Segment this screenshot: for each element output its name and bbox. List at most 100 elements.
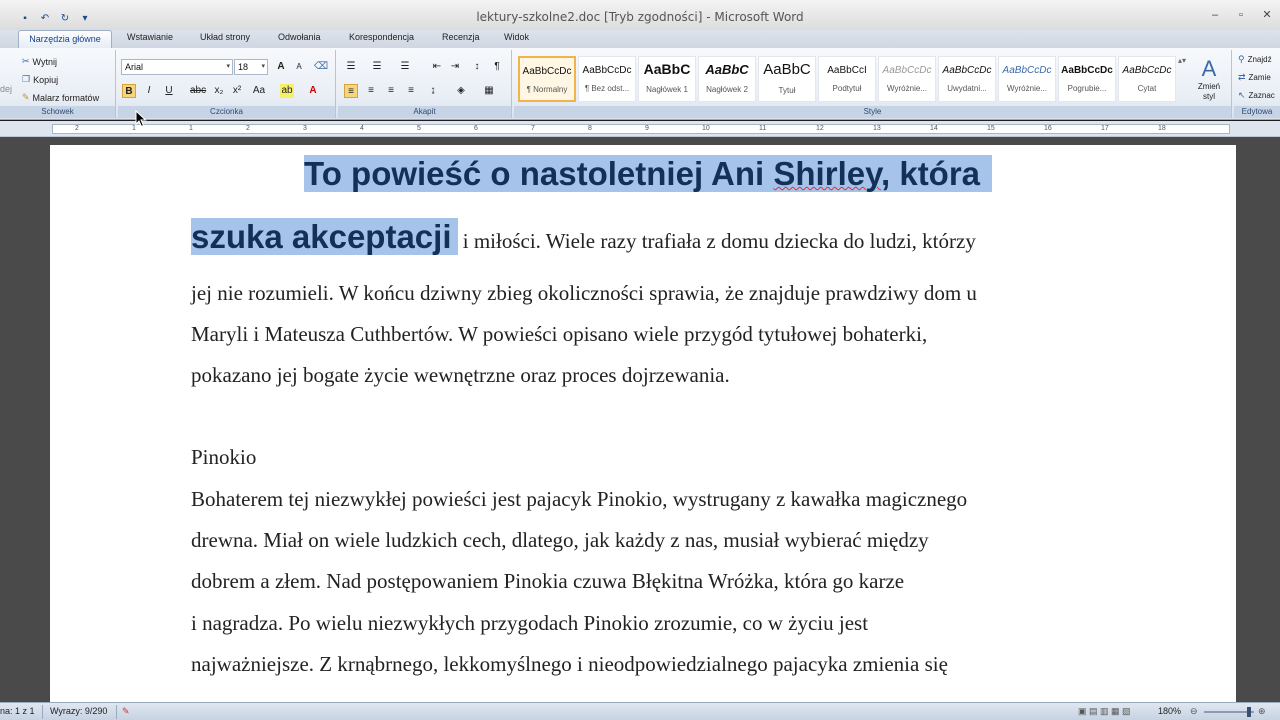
align-right-icon[interactable]: ≡ [384,84,398,98]
selected-heading-text: szuka akceptacji [191,218,458,255]
highlight-icon[interactable]: ab [280,84,294,98]
replace-icon: ⇄ [1238,72,1246,82]
ruler-tick-label: 6 [474,125,478,132]
sort-icon[interactable]: ↕ [470,60,484,74]
tab-page-layout[interactable]: Układ strony [200,32,250,42]
select-button[interactable]: ↖ Zaznac [1238,90,1275,101]
ruler-tick-label: 2 [75,125,79,132]
style-no-spacing[interactable]: AaBbCcDc ¶ Bez odst... [578,56,636,102]
style-subtitle[interactable]: AaBbCcI Podtytuł [818,56,876,102]
window-title: lektury-szkolne2.doc [Tryb zgodności] - … [476,10,804,24]
word-count[interactable]: Wyrazy: 9/290 [50,706,107,716]
style-heading-2[interactable]: AaBbC Nagłówek 2 [698,56,756,102]
decrease-indent-icon[interactable]: ⇤ [430,60,444,74]
grow-font-icon[interactable]: A [274,60,288,74]
minimize-button[interactable]: – [1202,6,1228,24]
body-line-2: szuka akceptacji i miłości. Wiele razy t… [191,218,976,256]
font-name-select[interactable]: Arial ▾ [121,59,233,75]
title-bar: ▪ ↶ ↻ ▾ lektury-szkolne2.doc [Tryb zgodn… [0,0,1280,30]
ribbon: dej ✂ Wytnij ❐ Kopiuj ✎ Malarz formatów … [0,48,1280,120]
document-page[interactable]: To powieść o nastoletniej Ani Shirley, k… [50,145,1236,720]
ruler-tick-label: 9 [645,125,649,132]
style-strong[interactable]: AaBbCcDc Pogrubie... [1058,56,1116,102]
change-styles-button[interactable]: A Zmień styl [1192,56,1226,102]
replace-button[interactable]: ⇄ Zamie [1238,72,1271,83]
tab-references[interactable]: Odwołania [278,32,321,42]
zoom-slider-thumb[interactable] [1247,707,1251,717]
bold-button[interactable]: B [122,84,136,98]
pilcrow-icon[interactable]: ¶ [490,60,504,74]
subscript-button[interactable]: x₂ [212,84,226,98]
page-count[interactable]: na: 1 z 1 [0,706,35,716]
justify-icon[interactable]: ≡ [404,84,418,98]
underline-button[interactable]: U [162,84,176,98]
style-intense-emphasis[interactable]: AaBbCcDc Wyróżnie... [998,56,1056,102]
styles-scroll-icon[interactable]: ▴▾ [1178,56,1186,65]
style-emphasis[interactable]: AaBbCcDc Uwydatni... [938,56,996,102]
style-sample: AaBbC [643,61,691,77]
find-button[interactable]: ⚲ Znajdź [1238,54,1272,65]
spelling-error-text: Shirley [773,155,881,192]
dropdown-arrow-icon: ▾ [261,63,265,70]
format-painter-button[interactable]: ✎ Malarz formatów [22,92,99,103]
document-area: To powieść o nastoletniej Ani Shirley, k… [0,137,1280,720]
ruler-tick-label: 3 [303,125,307,132]
borders-icon[interactable]: ▦ [482,84,496,98]
align-left-icon[interactable]: ≡ [344,84,358,98]
italic-button[interactable]: I [142,84,156,98]
pinokio-line-1: Bohaterem tej niezwykłej powieści jest p… [191,487,968,511]
change-case-button[interactable]: Aa [252,84,266,98]
font-color-icon[interactable]: A [306,84,320,98]
ruler-tick-label: 10 [702,125,710,132]
strikethrough-button[interactable]: abc [190,84,206,98]
find-label: Znajdź [1247,55,1272,64]
tab-mailings[interactable]: Korespondencja [349,32,414,42]
zoom-level[interactable]: 180% [1158,706,1181,716]
cut-button[interactable]: ✂ Wytnij [22,56,57,67]
style-quote[interactable]: AaBbCcDc Cytat [1118,56,1176,102]
clipboard-group: dej ✂ Wytnij ❐ Kopiuj ✎ Malarz formatów … [0,50,116,118]
paintbrush-icon: ✎ [22,92,30,102]
ruler-tick-label: 13 [873,125,881,132]
align-center-icon[interactable]: ≡ [364,84,378,98]
font-name-value: Arial [125,62,144,72]
style-subtle-emphasis[interactable]: AaBbCcDc Wyróżnie... [878,56,936,102]
zoom-in-icon[interactable]: ⊕ [1258,706,1266,717]
numbering-icon[interactable]: ☰ [370,60,384,74]
bullets-icon[interactable]: ☰ [344,60,358,74]
increase-indent-icon[interactable]: ⇥ [448,60,462,74]
style-heading-1[interactable]: AaBbC Nagłówek 1 [638,56,696,102]
view-buttons-icon[interactable]: ▣ ▤ ▥ ▦ ▧ [1078,706,1131,717]
font-size-select[interactable]: 18 ▾ [234,59,268,75]
style-normal[interactable]: AaBbCcDc ¶ Normalny [518,56,576,102]
clear-formatting-icon[interactable]: ⌫ [314,60,328,74]
tab-review[interactable]: Recenzja [442,32,480,42]
proofing-icon[interactable]: ✎ [122,706,130,717]
paragraph-group: ☰ ☰ ☰ ⇤ ⇥ ↕ ¶ ≡ ≡ ≡ ≡ ↨ ◈ ▦ Akapit [338,50,512,118]
style-title[interactable]: AaBbC Tytuł [758,56,816,102]
shrink-font-icon[interactable]: A [292,60,306,74]
style-sample: AaBbCcDc [1122,65,1172,76]
superscript-button[interactable]: x² [230,84,244,98]
copy-label: Kopiuj [33,74,59,85]
tab-home[interactable]: Narzędzia główne [18,30,112,48]
close-button[interactable]: ✕ [1254,6,1280,24]
shading-icon[interactable]: ◈ [454,84,468,98]
body-line-5: pokazano jej bogate życie wewnętrzne ora… [191,363,730,387]
ruler-tick-label: 15 [987,125,995,132]
ruler-tick-label: 14 [930,125,938,132]
tab-insert[interactable]: Wstawianie [127,32,173,42]
styles-group-label: Style [514,106,1231,118]
tab-view[interactable]: Widok [504,32,529,42]
line-spacing-icon[interactable]: ↨ [426,84,440,98]
pinokio-line-3: dobrem a złem. Nad postępowaniem Pinokia… [191,569,905,593]
ruler-tick-label: 16 [1044,125,1052,132]
horizontal-ruler[interactable]: 2 1 1 2 3 4 5 6 7 8 9 10 11 12 13 14 15 16 17 18 [0,121,1280,137]
style-sample: AaBbCcDc [582,65,632,76]
paste-button[interactable]: dej [0,84,12,94]
status-divider [42,705,43,719]
maximize-button[interactable]: ▫ [1228,6,1254,24]
multilevel-list-icon[interactable]: ☰ [398,60,412,74]
zoom-out-icon[interactable]: ⊖ [1190,706,1198,717]
copy-button[interactable]: ❐ Kopiuj [22,74,58,85]
